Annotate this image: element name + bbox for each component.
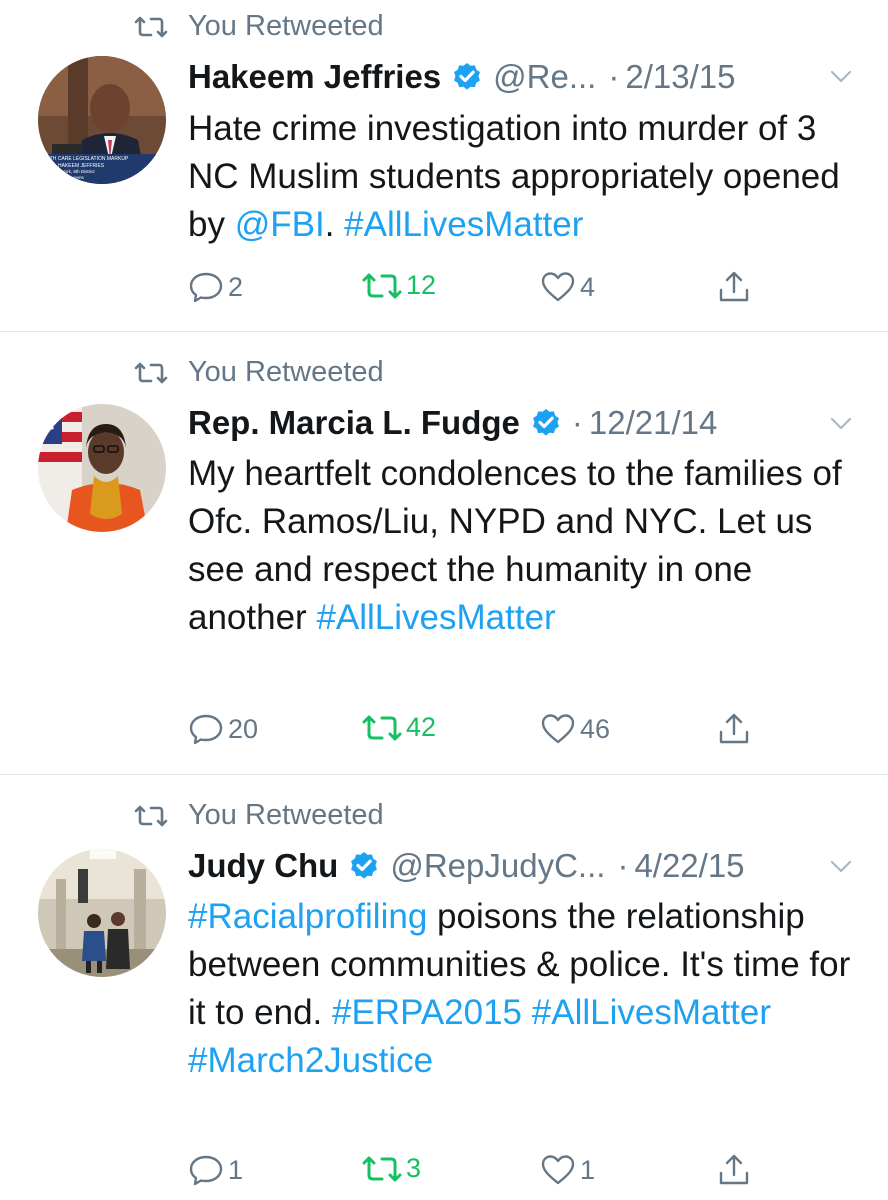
avatar-photo	[38, 404, 166, 532]
like-count: 46	[580, 713, 611, 744]
avatar[interactable]	[38, 849, 166, 977]
avatar[interactable]: ALTH CARE LEGISLATION MARKUP HAKEEM JEFF…	[38, 56, 166, 184]
hashtag-link[interactable]: #March2Justice	[188, 1041, 433, 1080]
heart-icon	[541, 714, 575, 744]
reply-button[interactable]: 20	[188, 712, 258, 746]
timestamp[interactable]: 4/22/15	[634, 847, 744, 885]
heart-icon	[541, 272, 575, 302]
tweet-actions: 20 42 46	[188, 712, 758, 752]
display-name[interactable]: Judy Chu	[188, 847, 338, 885]
share-icon	[719, 713, 749, 744]
retweet-icon	[134, 805, 168, 826]
tweet-1[interactable]: You Retweeted ALTH CARE LEGISLATION MARK…	[0, 0, 888, 332]
separator-dot: ·	[571, 404, 583, 441]
retweet-context-label: You Retweeted	[188, 799, 384, 831]
avatar-photo	[38, 849, 166, 977]
retweet-button[interactable]: 12	[362, 270, 436, 301]
display-name[interactable]: Hakeem Jeffries	[188, 58, 441, 96]
tweet-header: Rep. Marcia L. Fudge · 12/21/14	[188, 404, 848, 442]
tweet-header: Judy Chu @RepJudyC... · 4/22/15	[188, 847, 848, 885]
tweet-actions: 1 3 1	[188, 1153, 758, 1193]
verified-badge-icon	[351, 852, 378, 879]
like-button[interactable]: 46	[540, 712, 610, 746]
mention-link[interactable]: @FBI	[235, 205, 325, 244]
avatar-caption: Queens	[68, 175, 85, 180]
retweet-icon	[134, 362, 168, 383]
timestamp[interactable]: 2/13/15	[625, 58, 735, 96]
retweet-button[interactable]: 3	[362, 1153, 421, 1184]
chevron-down-icon[interactable]	[830, 417, 852, 431]
like-button[interactable]: 1	[540, 1153, 595, 1187]
separator-dot: ·	[617, 847, 629, 884]
tweet-actions: 2 12 4	[188, 270, 758, 310]
hashtag-link[interactable]: #AllLivesMatter	[532, 993, 771, 1032]
tweet-text: My heartfelt condolences to the families…	[188, 450, 858, 642]
avatar-photo: ALTH CARE LEGISLATION MARKUP HAKEEM JEFF…	[38, 56, 166, 184]
separator-dot: ·	[608, 58, 620, 95]
chevron-down-icon[interactable]	[830, 70, 852, 84]
text-segment: .	[324, 205, 345, 244]
verified-badge-icon	[454, 63, 481, 90]
like-count: 4	[580, 271, 596, 302]
share-icon	[719, 271, 749, 302]
like-button[interactable]: 4	[540, 270, 595, 304]
reply-button[interactable]: 2	[188, 270, 243, 304]
share-icon	[719, 1154, 749, 1185]
tweet-header: Hakeem Jeffries @Re... · 2/13/15	[188, 58, 848, 96]
retweet-count: 3	[406, 1153, 422, 1183]
tweet-2[interactable]: You Retweeted Rep. Marcia L. Fudge · 12/…	[0, 332, 888, 775]
reply-count: 1	[228, 1154, 244, 1185]
retweet-icon	[134, 16, 168, 37]
hashtag-link[interactable]: #AllLivesMatter	[344, 205, 583, 244]
display-name[interactable]: Rep. Marcia L. Fudge	[188, 404, 520, 442]
reply-icon	[189, 272, 223, 303]
hashtag-link[interactable]: #Racialprofiling	[188, 897, 427, 936]
verified-badge-icon	[532, 409, 559, 436]
retweet-context-label: You Retweeted	[188, 356, 384, 388]
tweet-text: #Racialprofiling poisons the relationshi…	[188, 893, 858, 1085]
heart-icon	[541, 1155, 575, 1185]
retweet-context: You Retweeted	[134, 356, 384, 389]
hashtag-link[interactable]: #ERPA2015	[332, 993, 522, 1032]
like-count: 1	[580, 1154, 596, 1185]
reply-count: 2	[228, 271, 244, 302]
chevron-down-icon[interactable]	[830, 860, 852, 874]
retweet-button[interactable]: 42	[362, 712, 436, 743]
retweet-icon	[362, 1156, 402, 1181]
tweet-text: Hate crime investigation into murder of …	[188, 105, 858, 249]
avatar-caption: York, 8th District	[62, 169, 95, 174]
share-button[interactable]	[716, 1153, 756, 1187]
reply-icon	[189, 714, 223, 745]
retweet-context: You Retweeted	[134, 10, 384, 43]
handle[interactable]: @Re...	[493, 58, 596, 96]
retweet-count: 42	[406, 712, 437, 742]
retweet-count: 12	[406, 270, 437, 300]
reply-icon	[189, 1155, 223, 1186]
reply-button[interactable]: 1	[188, 1153, 243, 1187]
retweet-icon	[362, 273, 402, 298]
retweet-context-label: You Retweeted	[188, 10, 384, 42]
reply-count: 20	[228, 713, 259, 744]
avatar[interactable]	[38, 404, 166, 532]
timestamp[interactable]: 12/21/14	[589, 404, 717, 442]
share-button[interactable]	[716, 712, 756, 746]
retweet-context: You Retweeted	[134, 799, 384, 832]
handle[interactable]: @RepJudyC...	[390, 847, 605, 885]
tweet-3[interactable]: You Retweeted Judy Chu @RepJudyC... · 4/…	[0, 775, 888, 1200]
retweet-icon	[362, 715, 402, 740]
share-button[interactable]	[716, 270, 756, 304]
avatar-caption: ALTH CARE LEGISLATION MARKUP	[44, 156, 129, 162]
hashtag-link[interactable]: #AllLivesMatter	[316, 598, 555, 637]
text-segment	[522, 993, 532, 1032]
